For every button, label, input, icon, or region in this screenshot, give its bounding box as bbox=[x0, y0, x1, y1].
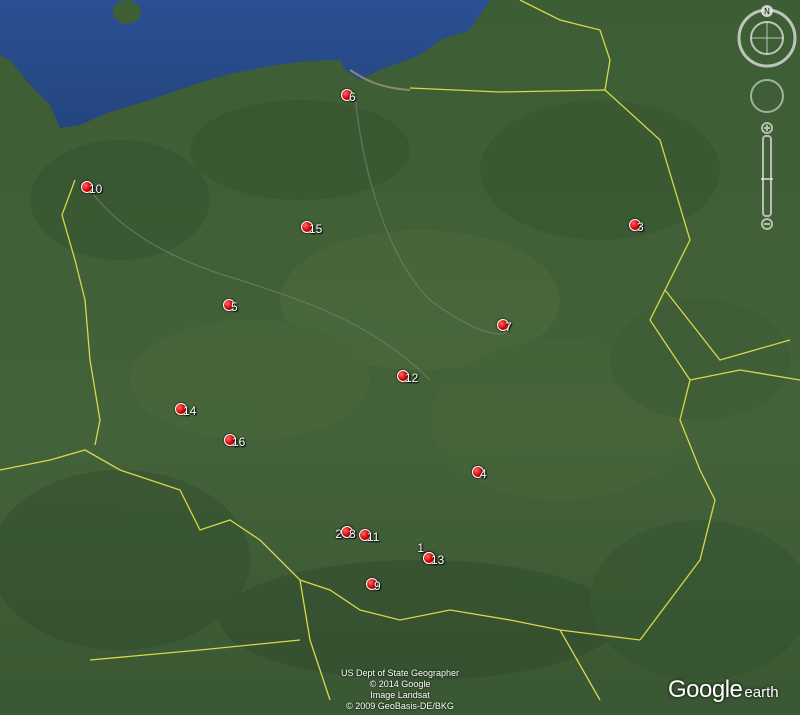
placemark-3[interactable]: 3 bbox=[628, 218, 644, 234]
logo-earth-text: earth bbox=[744, 684, 779, 701]
placemark-15[interactable]: 15 bbox=[300, 220, 322, 235]
navigation-controls[interactable]: N bbox=[736, 4, 798, 244]
placemark-label: 15 bbox=[309, 222, 323, 236]
logo-google-text: Google bbox=[668, 676, 743, 703]
placemark-label: 14 bbox=[183, 404, 197, 418]
island bbox=[113, 0, 141, 24]
attribution-line: © 2014 Google bbox=[369, 679, 431, 689]
placemark-label: 3 bbox=[637, 220, 644, 234]
placemark-9[interactable]: 9 bbox=[365, 577, 381, 593]
north-label: N bbox=[764, 7, 770, 16]
placemark-label: 11 bbox=[367, 530, 380, 544]
placemark-14[interactable]: 14 bbox=[174, 402, 196, 417]
placemark-8[interactable]: 8 bbox=[340, 525, 356, 541]
placemark-16[interactable]: 16 bbox=[223, 433, 245, 448]
map-view[interactable]: 1 2 3 4 5 6 7 8 9 10 11 12 13 14 15 16 N… bbox=[0, 0, 800, 715]
attribution-line: Image Landsat bbox=[370, 690, 430, 700]
placemark-label: 6 bbox=[349, 90, 356, 104]
map-attribution: US Dept of State Geographer © 2014 Googl… bbox=[300, 668, 500, 712]
placemark-6[interactable]: 6 bbox=[340, 88, 356, 104]
placemark-label: 9 bbox=[374, 579, 381, 593]
placemark-label: 16 bbox=[232, 435, 246, 449]
google-earth-logo: Google earth bbox=[668, 676, 779, 704]
placemark-label: 7 bbox=[505, 320, 512, 334]
placemark-10[interactable]: 10 bbox=[80, 180, 102, 195]
placemark-label: 8 bbox=[349, 527, 356, 541]
placemark-7[interactable]: 7 bbox=[496, 318, 512, 334]
placemark-12[interactable]: 12 bbox=[396, 369, 418, 384]
placemark-label: 12 bbox=[405, 371, 419, 385]
look-joystick-icon[interactable] bbox=[750, 79, 784, 113]
placemark-label: 4 bbox=[480, 467, 487, 481]
placemark-4[interactable]: 4 bbox=[471, 465, 487, 481]
placemark-5[interactable]: 5 bbox=[222, 298, 238, 314]
placemark-11[interactable]: 11 bbox=[358, 528, 379, 543]
zoom-slider-icon[interactable] bbox=[761, 122, 773, 230]
placemark-label: 13 bbox=[431, 553, 445, 567]
placemark-13[interactable]: 13 bbox=[422, 551, 444, 566]
attribution-line: US Dept of State Geographer bbox=[340, 668, 460, 678]
placemark-label: 5 bbox=[231, 300, 238, 314]
satellite-terrain bbox=[0, 0, 800, 715]
compass-icon[interactable] bbox=[737, 8, 797, 68]
placemark-label: 10 bbox=[89, 182, 103, 196]
attribution-line: © 2009 GeoBasis-DE/BKG bbox=[346, 701, 454, 711]
